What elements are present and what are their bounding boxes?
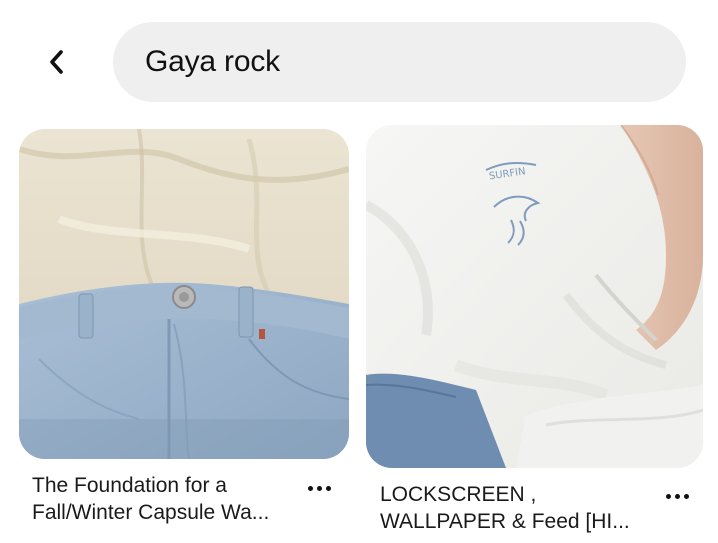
pin-title-line1: LOCKSCREEN , <box>380 483 537 506</box>
pin-photo-shirt-jeans <box>19 129 349 459</box>
more-options-button-1[interactable] <box>660 486 694 506</box>
pin-title-line1: The Foundation for a <box>32 474 227 497</box>
search-bar[interactable]: Gaya rock <box>113 22 686 102</box>
more-options-button-0[interactable] <box>302 478 336 498</box>
pin-title-line2: Fall/Winter Capsule Wa... <box>32 501 270 524</box>
more-horizontal-icon <box>307 485 331 491</box>
back-button[interactable] <box>34 40 78 84</box>
pin-title-line2: WALLPAPER & Feed [HI... <box>380 510 630 533</box>
pin-photo-white-tee: SURFIN <box>366 125 703 468</box>
pin-image-1[interactable]: SURFIN <box>366 125 703 468</box>
pin-image-0[interactable] <box>19 129 349 459</box>
more-horizontal-icon <box>665 493 689 499</box>
pin-title-0[interactable]: The Foundation for a Fall/Winter Capsule… <box>32 472 302 526</box>
chevron-left-icon <box>50 50 63 74</box>
pin-title-1[interactable]: LOCKSCREEN , WALLPAPER & Feed [HI... <box>380 481 660 535</box>
search-query: Gaya rock <box>145 45 280 78</box>
